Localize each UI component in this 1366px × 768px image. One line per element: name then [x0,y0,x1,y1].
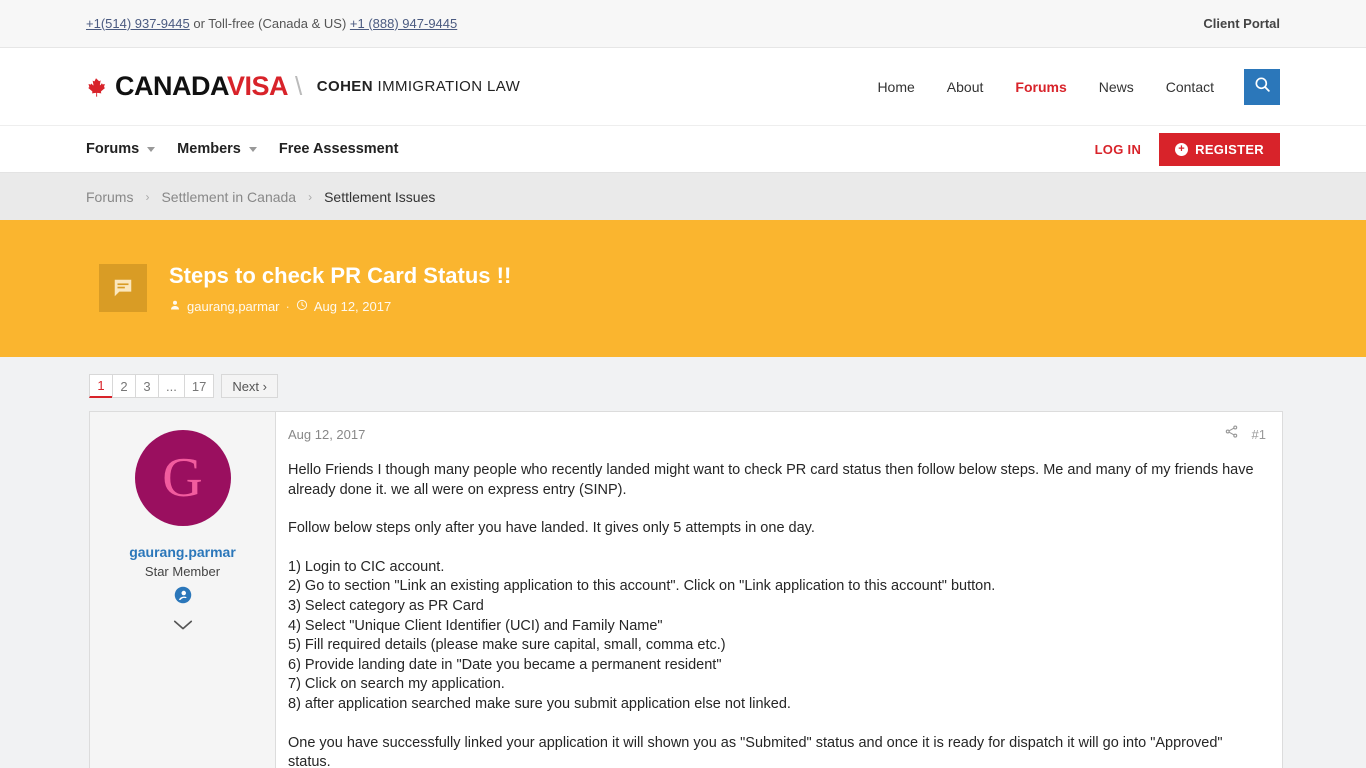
post-date[interactable]: Aug 12, 2017 [288,427,365,442]
logo-sub-rest: IMMIGRATION LAW [372,78,521,95]
breadcrumb-item-settlement-issues[interactable]: Settlement Issues [324,189,435,205]
post-content: Aug 12, 2017 #1 Hello Friends I though m… [276,412,1282,768]
phone-between-text: or Toll-free (Canada & US) [189,16,350,31]
post-step-7: 7) Click on search my application. [288,676,505,693]
page-root: +1(514) 937-9445 or Toll-free (Canada & … [0,0,1366,768]
nav-item-news[interactable]: News [1083,72,1150,102]
login-link[interactable]: LOG IN [1095,142,1142,157]
post-steps-list: 1) Login to CIC account. 2) Go to sectio… [288,558,1266,715]
share-icon[interactable] [1224,424,1239,444]
clock-icon [296,299,308,314]
main-navigation: Home About Forums News Contact [861,68,1280,105]
member-badge-icon [174,586,192,604]
expand-author-info-icon[interactable] [172,618,194,630]
phone-primary-link[interactable]: +1(514) 937-9445 [86,16,190,31]
avatar[interactable]: G [134,430,231,526]
post-step-1: 1) Login to CIC account. [288,558,445,575]
post-step-5: 5) Fill required details (please make su… [288,637,726,654]
page-ellipsis[interactable]: ... [158,374,185,398]
plus-circle-icon: + [1175,142,1189,156]
nav-item-contact[interactable]: Contact [1150,72,1230,102]
maple-leaf-icon [86,77,106,97]
thread-title: Steps to check PR Card Status !! [169,263,512,289]
post-paragraph-1: Hello Friends I though many people who r… [288,462,1254,498]
comment-icon [99,264,147,313]
meta-separator: · [285,298,290,314]
post-step-2: 2) Go to section "Link an existing appli… [288,578,996,595]
top-utility-bar: +1(514) 937-9445 or Toll-free (Canada & … [0,0,1366,48]
phone-tollfree-link[interactable]: +1 (888) 947-9445 [350,16,457,31]
post-message: G gaurang.parmar Star Member Aug 12, 201… [89,411,1283,768]
search-button[interactable] [1244,68,1280,105]
post-author-sidebar: G gaurang.parmar Star Member [90,412,276,768]
logo-text-visa: VISA [227,71,289,101]
breadcrumb-separator-icon: › [308,189,313,204]
next-page-button[interactable]: Next › [221,374,278,398]
thread-content-area: 1 2 3 ... 17 Next › G gaurang.parmar Sta… [0,357,1366,768]
subnav-label-free-assessment: Free Assessment [278,141,399,157]
forum-navigation-bar: Forums Members Free Assessment LOG IN + … [0,125,1366,173]
breadcrumb: Forums › Settlement in Canada › Settleme… [0,173,1366,220]
register-button[interactable]: + REGISTER [1159,132,1280,166]
search-icon [1253,75,1272,99]
post-author-name[interactable]: gaurang.parmar [100,544,265,560]
breadcrumb-item-forums[interactable]: Forums [86,189,133,205]
client-portal-link[interactable]: Client Portal [1203,16,1280,31]
post-closing-paragraph: One you have successfully linked your ap… [288,734,1223,768]
thread-meta: gaurang.parmar · Aug 12, 2017 [169,299,511,314]
post-text: Hello Friends I though many people who r… [288,461,1266,768]
pagination: 1 2 3 ... 17 Next › [86,374,1280,398]
register-label: REGISTER [1195,141,1264,157]
post-step-6: 6) Provide landing date in "Date you bec… [288,656,722,673]
user-icon [169,299,181,314]
thread-author-link[interactable]: gaurang.parmar [187,299,280,314]
post-paragraph-2: Follow below steps only after you have l… [288,520,815,537]
subnav-item-members[interactable]: Members [177,141,257,157]
nav-item-forums[interactable]: Forums [999,72,1082,102]
breadcrumb-separator-icon: › [145,189,150,204]
page-button-1[interactable]: 1 [89,374,113,398]
subnav-label-forums: Forums [86,141,140,157]
nav-item-about[interactable]: About [931,72,1000,102]
post-step-8: 8) after application searched make sure … [288,695,791,712]
logo-divider: \ [295,71,302,101]
chevron-down-icon [147,146,156,152]
page-button-3[interactable]: 3 [135,374,159,398]
page-button-2[interactable]: 2 [112,374,136,398]
logo-sub-bold: COHEN [316,78,373,95]
logo-text-canada: CANADA [115,71,228,101]
nav-item-home[interactable]: Home [861,72,930,102]
page-button-17[interactable]: 17 [183,374,215,398]
post-step-3: 3) Select category as PR Card [288,597,484,614]
subnav-item-free-assessment[interactable]: Free Assessment [279,141,399,157]
post-header: Aug 12, 2017 #1 [288,424,1266,444]
breadcrumb-item-settlement-in-canada[interactable]: Settlement in Canada [161,189,296,205]
subnav-label-members: Members [177,141,241,157]
post-step-4: 4) Select "Unique Client Identifier (UCI… [288,617,663,634]
chevron-down-icon [248,146,257,152]
post-number[interactable]: #1 [1252,427,1266,442]
post-author-title: Star Member [144,564,221,579]
thread-date: Aug 12, 2017 [313,298,392,314]
site-header: CANADAVISA \ COHEN IMMIGRATION LAW Home A… [0,48,1366,125]
contact-phones: +1(514) 937-9445 or Toll-free (Canada & … [86,16,457,31]
site-logo[interactable]: CANADAVISA \ COHEN IMMIGRATION LAW [86,73,520,100]
subnav-item-forums[interactable]: Forums [86,141,156,157]
thread-title-banner: Steps to check PR Card Status !! gaurang… [0,220,1366,357]
